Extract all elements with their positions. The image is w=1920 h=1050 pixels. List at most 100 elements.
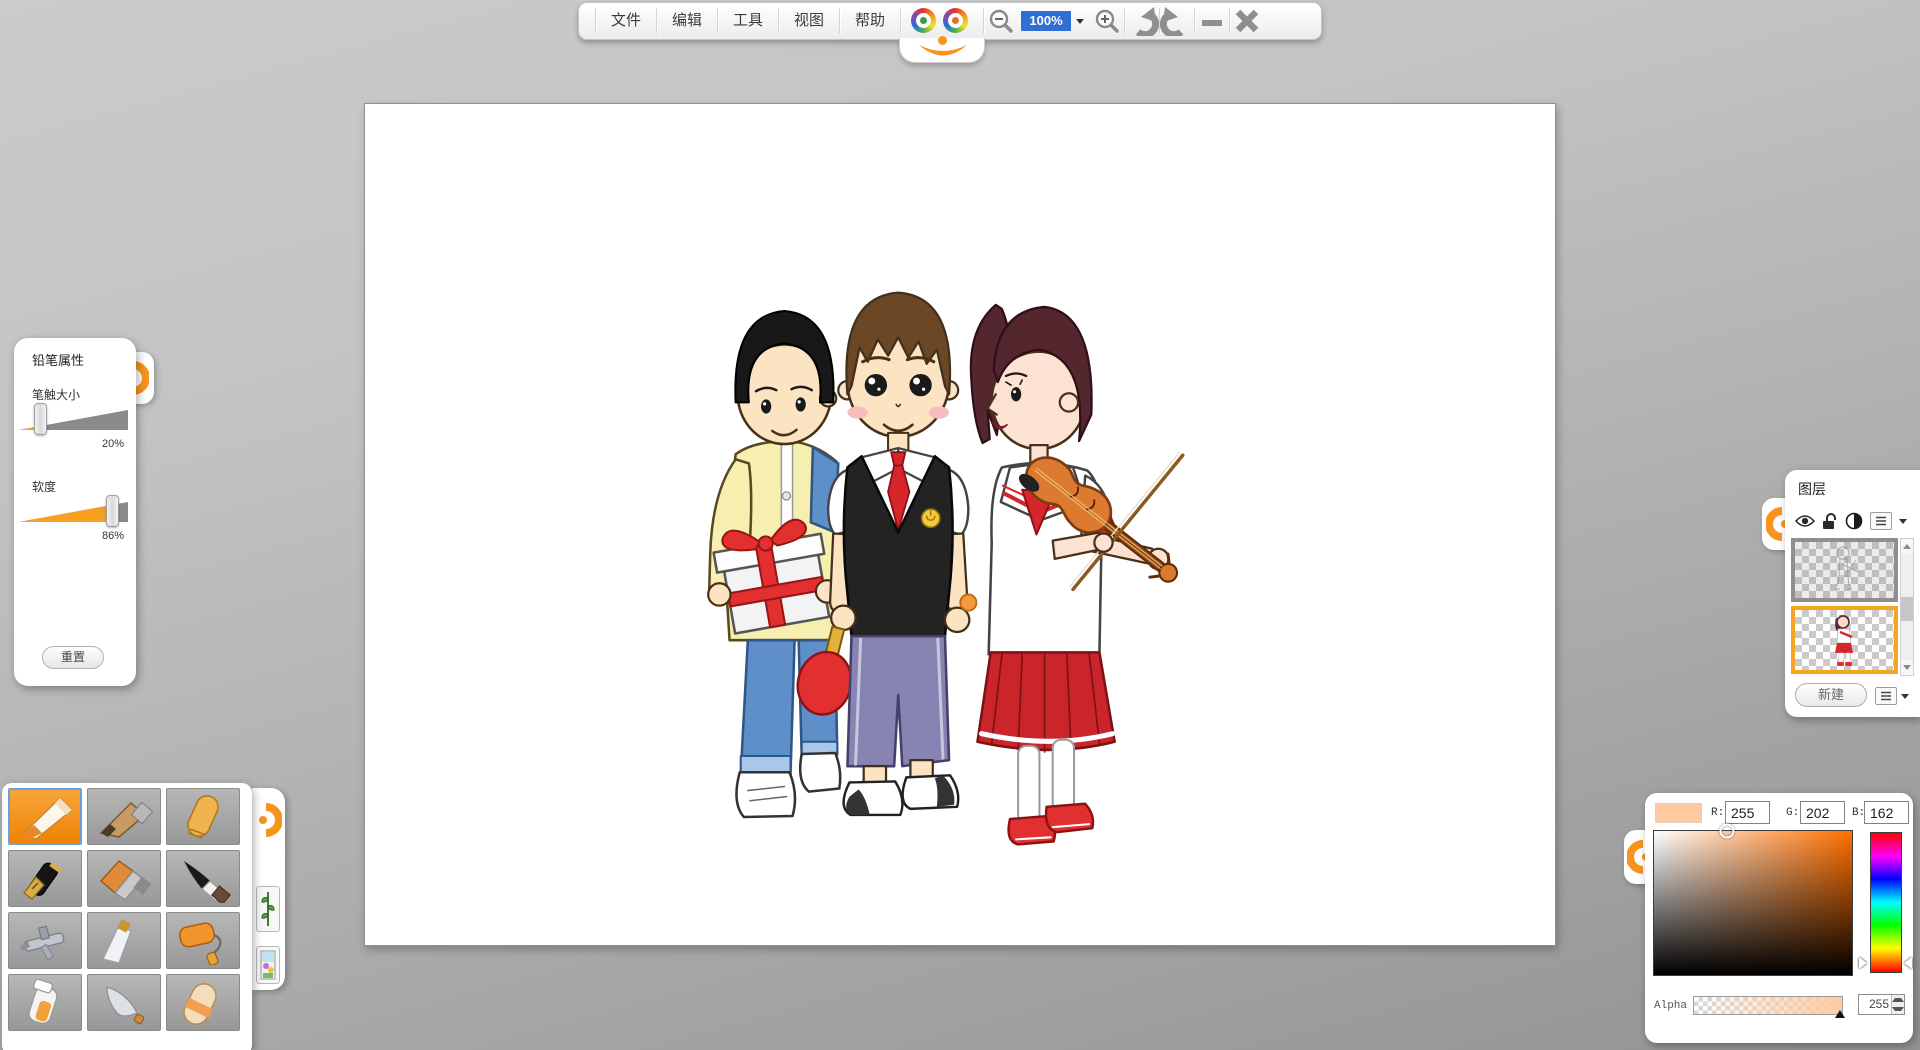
alpha-spinner[interactable]: 255	[1858, 994, 1905, 1015]
softness-value: 86%	[102, 530, 124, 542]
layers-panel-title: 图层	[1798, 479, 1826, 499]
layer-menu-dropdown-arrow-icon[interactable]	[1901, 694, 1909, 699]
color-picker-panel: R: G: B: Alpha 255	[1645, 793, 1913, 1043]
paint-roller-icon	[172, 917, 234, 965]
airbrush-icon	[14, 917, 76, 965]
new-layer-button[interactable]: 新建	[1795, 683, 1867, 707]
current-color-swatch	[1655, 803, 1702, 823]
fountain-pen-icon	[14, 855, 76, 903]
pencil-panel-title: 铅笔属性	[32, 350, 84, 369]
list-lines-icon	[1880, 691, 1892, 701]
paint-app-window: 文件 编辑 工具 视图 帮助 100%	[0, 0, 1920, 1050]
hue-marker-right-icon[interactable]	[1904, 957, 1912, 969]
red-input[interactable]	[1725, 801, 1770, 824]
zoom-level-field[interactable]: 100%	[1021, 11, 1071, 31]
green-input[interactable]	[1800, 801, 1845, 824]
layers-toolbar	[1795, 510, 1913, 532]
close-icon	[1233, 7, 1261, 35]
drawing-canvas[interactable]	[364, 103, 1556, 946]
tool-palette-tab-handle-icon[interactable]	[256, 802, 282, 838]
tool-palette-panel	[2, 783, 252, 1050]
alpha-slider[interactable]	[1693, 996, 1843, 1015]
undo-icon	[1125, 6, 1159, 36]
girl-with-violin	[971, 305, 1189, 845]
layer-row-sketch[interactable]	[1791, 538, 1898, 602]
menu-help[interactable]: 帮助	[840, 8, 900, 34]
alpha-spinner-arrows	[1891, 995, 1904, 1014]
sv-picker-indicator[interactable]	[1720, 824, 1735, 839]
alpha-marker-icon[interactable]	[1835, 1010, 1845, 1018]
eye-icon[interactable]	[1795, 514, 1815, 528]
magnifier-minus-icon	[988, 8, 1014, 34]
zoom-in-button[interactable]	[1090, 5, 1124, 37]
brush-size-value: 20%	[102, 438, 124, 450]
redo-button[interactable]	[1160, 5, 1194, 37]
reset-button[interactable]: 重置	[42, 646, 104, 669]
tool-airbrush[interactable]	[8, 912, 82, 969]
softness-slider[interactable]	[18, 498, 130, 530]
minimize-button[interactable]	[1195, 5, 1229, 37]
scroll-up-button[interactable]	[1901, 539, 1913, 554]
tool-marker-tube[interactable]	[8, 974, 82, 1031]
brush-size-label: 笔触大小	[32, 386, 80, 403]
tool-ink-brush[interactable]	[166, 850, 240, 907]
boy-with-gift	[708, 311, 840, 817]
tool-crayon[interactable]	[166, 788, 240, 845]
main-toolbar: 文件 编辑 工具 视图 帮助 100%	[578, 2, 1322, 40]
layer-thumbnail	[1795, 610, 1894, 670]
layer-row-colored[interactable]	[1791, 606, 1898, 674]
layer-blend-dropdown-arrow-icon[interactable]	[1899, 519, 1907, 524]
menu-tools[interactable]: 工具	[718, 8, 778, 34]
clown-chin	[899, 38, 985, 63]
alpha-value: 255	[1859, 995, 1891, 1014]
layers-scrollbar[interactable]	[1900, 538, 1914, 676]
tool-liner-knife[interactable]	[87, 974, 161, 1031]
red-label: R:	[1711, 807, 1724, 819]
softness-slider-handle[interactable]	[106, 495, 119, 527]
layer-blend-list-button[interactable]	[1870, 512, 1892, 530]
undo-button[interactable]	[1125, 5, 1159, 37]
scrollbar-thumb[interactable]	[1901, 597, 1913, 621]
close-button[interactable]	[1230, 5, 1264, 37]
layer-menu-button[interactable]	[1875, 687, 1897, 705]
clown-smile-icon	[918, 44, 968, 62]
tool-pencil-tip[interactable]	[8, 788, 82, 845]
tool-wood-pencil[interactable]	[87, 788, 161, 845]
blue-input[interactable]	[1864, 801, 1909, 824]
toolbar-divider	[900, 8, 901, 34]
brush-size-slider[interactable]	[18, 406, 130, 438]
tool-eraser[interactable]	[166, 974, 240, 1031]
hue-bar[interactable]	[1870, 832, 1902, 973]
plant-texture-button[interactable]	[256, 886, 280, 932]
zoom-dropdown-arrow-icon[interactable]	[1076, 19, 1084, 24]
menu-file[interactable]: 文件	[596, 8, 656, 34]
tool-fountain-pen[interactable]	[8, 850, 82, 907]
half-circle-opacity-icon[interactable]	[1845, 512, 1863, 530]
picture-texture-button[interactable]	[256, 946, 280, 984]
tool-palette-knife[interactable]	[87, 912, 161, 969]
scroll-down-button[interactable]	[1901, 660, 1913, 675]
rainbow-eye-right-icon[interactable]	[943, 8, 968, 33]
eraser-icon	[172, 979, 234, 1027]
alpha-increment-button[interactable]	[1892, 995, 1904, 1005]
list-lines-icon	[1875, 516, 1887, 526]
menu-edit[interactable]: 编辑	[657, 8, 717, 34]
plant-texture-icon	[260, 890, 276, 928]
tool-flat-brush[interactable]	[87, 850, 161, 907]
saturation-value-picker[interactable]	[1653, 830, 1853, 976]
rainbow-eye-left-icon[interactable]	[911, 8, 936, 33]
liner-knife-icon	[93, 979, 155, 1027]
zoom-out-button[interactable]	[984, 5, 1018, 37]
pencil-tip-icon	[14, 793, 76, 841]
alpha-label: Alpha	[1654, 1000, 1687, 1012]
minimize-icon	[1199, 8, 1225, 34]
unlock-icon[interactable]	[1822, 512, 1838, 530]
softness-label: 软度	[32, 478, 56, 495]
layers-panel: 图层	[1785, 470, 1920, 717]
brush-size-slider-handle[interactable]	[34, 403, 47, 435]
alpha-decrement-button[interactable]	[1892, 1005, 1904, 1015]
tool-palette-side-strip	[252, 788, 285, 990]
menu-view[interactable]: 视图	[779, 8, 839, 34]
tool-paint-roller[interactable]	[166, 912, 240, 969]
hue-marker-left-icon[interactable]	[1859, 957, 1867, 969]
